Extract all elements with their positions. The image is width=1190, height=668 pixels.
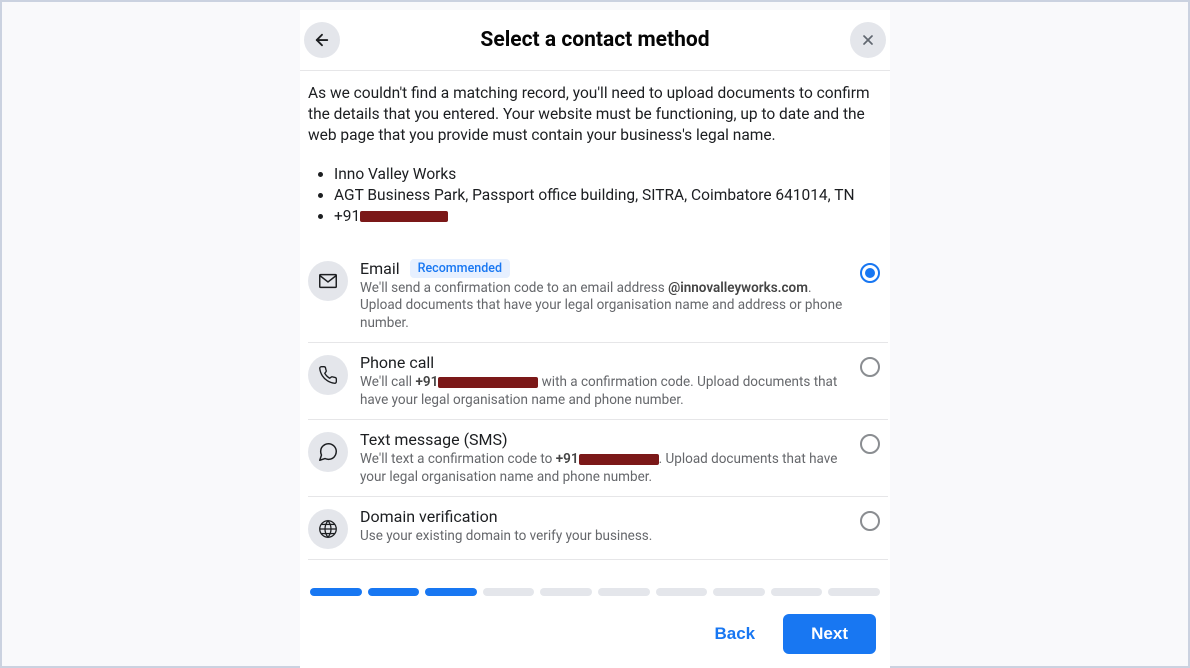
modal-content: As we couldn't find a matching record, y…: [300, 71, 890, 572]
modal-footer: Back Next: [300, 600, 890, 668]
business-phone: +91: [334, 206, 888, 227]
contact-method-modal: Select a contact method As we couldn't f…: [300, 10, 890, 668]
business-address: AGT Business Park, Passport office build…: [334, 185, 888, 206]
globe-icon: [308, 509, 348, 549]
progress-segment: [598, 588, 650, 596]
back-arrow-button[interactable]: [304, 22, 340, 58]
option-email-desc: We'll send a confirmation code to an ema…: [360, 280, 848, 333]
progress-segment: [656, 588, 708, 596]
option-phone-title: Phone call: [360, 353, 848, 372]
progress-segment: [368, 588, 420, 596]
modal-header: Select a contact method: [300, 10, 890, 71]
contact-options-list: Email Recommended We'll send a confirmat…: [308, 249, 888, 561]
progress-segment: [483, 588, 535, 596]
intro-paragraph: As we couldn't find a matching record, y…: [308, 83, 888, 146]
redacted-sms-number: [579, 454, 659, 465]
option-email[interactable]: Email Recommended We'll send a confirmat…: [308, 249, 888, 344]
arrow-left-icon: [313, 31, 331, 49]
progress-segment: [828, 588, 880, 596]
option-domain-title: Domain verification: [360, 507, 848, 526]
option-domain[interactable]: Domain verification Use your existing do…: [308, 497, 888, 560]
email-icon: [308, 261, 348, 301]
option-phone[interactable]: Phone call We'll call +91 with a confirm…: [308, 343, 888, 420]
sms-icon: [308, 432, 348, 472]
radio-email[interactable]: [860, 263, 880, 283]
progress-segment: [425, 588, 477, 596]
option-phone-body: Phone call We'll call +91 with a confirm…: [360, 353, 848, 409]
option-sms[interactable]: Text message (SMS) We'll text a confirma…: [308, 420, 888, 497]
back-button[interactable]: Back: [703, 614, 768, 654]
option-domain-desc: Use your existing domain to verify your …: [360, 528, 848, 546]
redacted-phone: [360, 211, 448, 222]
progress-segment: [310, 588, 362, 596]
next-button[interactable]: Next: [783, 614, 876, 654]
option-sms-title: Text message (SMS): [360, 430, 848, 449]
progress-segment: [540, 588, 592, 596]
progress-segment: [713, 588, 765, 596]
option-sms-body: Text message (SMS) We'll text a confirma…: [360, 430, 848, 486]
radio-phone[interactable]: [860, 357, 880, 377]
modal-title: Select a contact method: [340, 28, 850, 52]
business-details-list: Inno Valley Works AGT Business Park, Pas…: [308, 164, 888, 227]
progress-indicator: [300, 572, 890, 600]
option-phone-desc: We'll call +91 with a confirmation code.…: [360, 374, 848, 409]
recommended-badge: Recommended: [410, 259, 510, 278]
redacted-phone-number: [438, 377, 538, 388]
option-sms-desc: We'll text a confirmation code to +91. U…: [360, 451, 848, 486]
close-button[interactable]: [850, 22, 886, 58]
progress-segment: [771, 588, 823, 596]
close-icon: [860, 32, 876, 48]
option-email-title: Email: [360, 259, 400, 278]
phone-icon: [308, 355, 348, 395]
business-name: Inno Valley Works: [334, 164, 888, 185]
option-domain-body: Domain verification Use your existing do…: [360, 507, 848, 546]
radio-sms[interactable]: [860, 434, 880, 454]
option-email-body: Email Recommended We'll send a confirmat…: [360, 259, 848, 333]
radio-domain[interactable]: [860, 511, 880, 531]
